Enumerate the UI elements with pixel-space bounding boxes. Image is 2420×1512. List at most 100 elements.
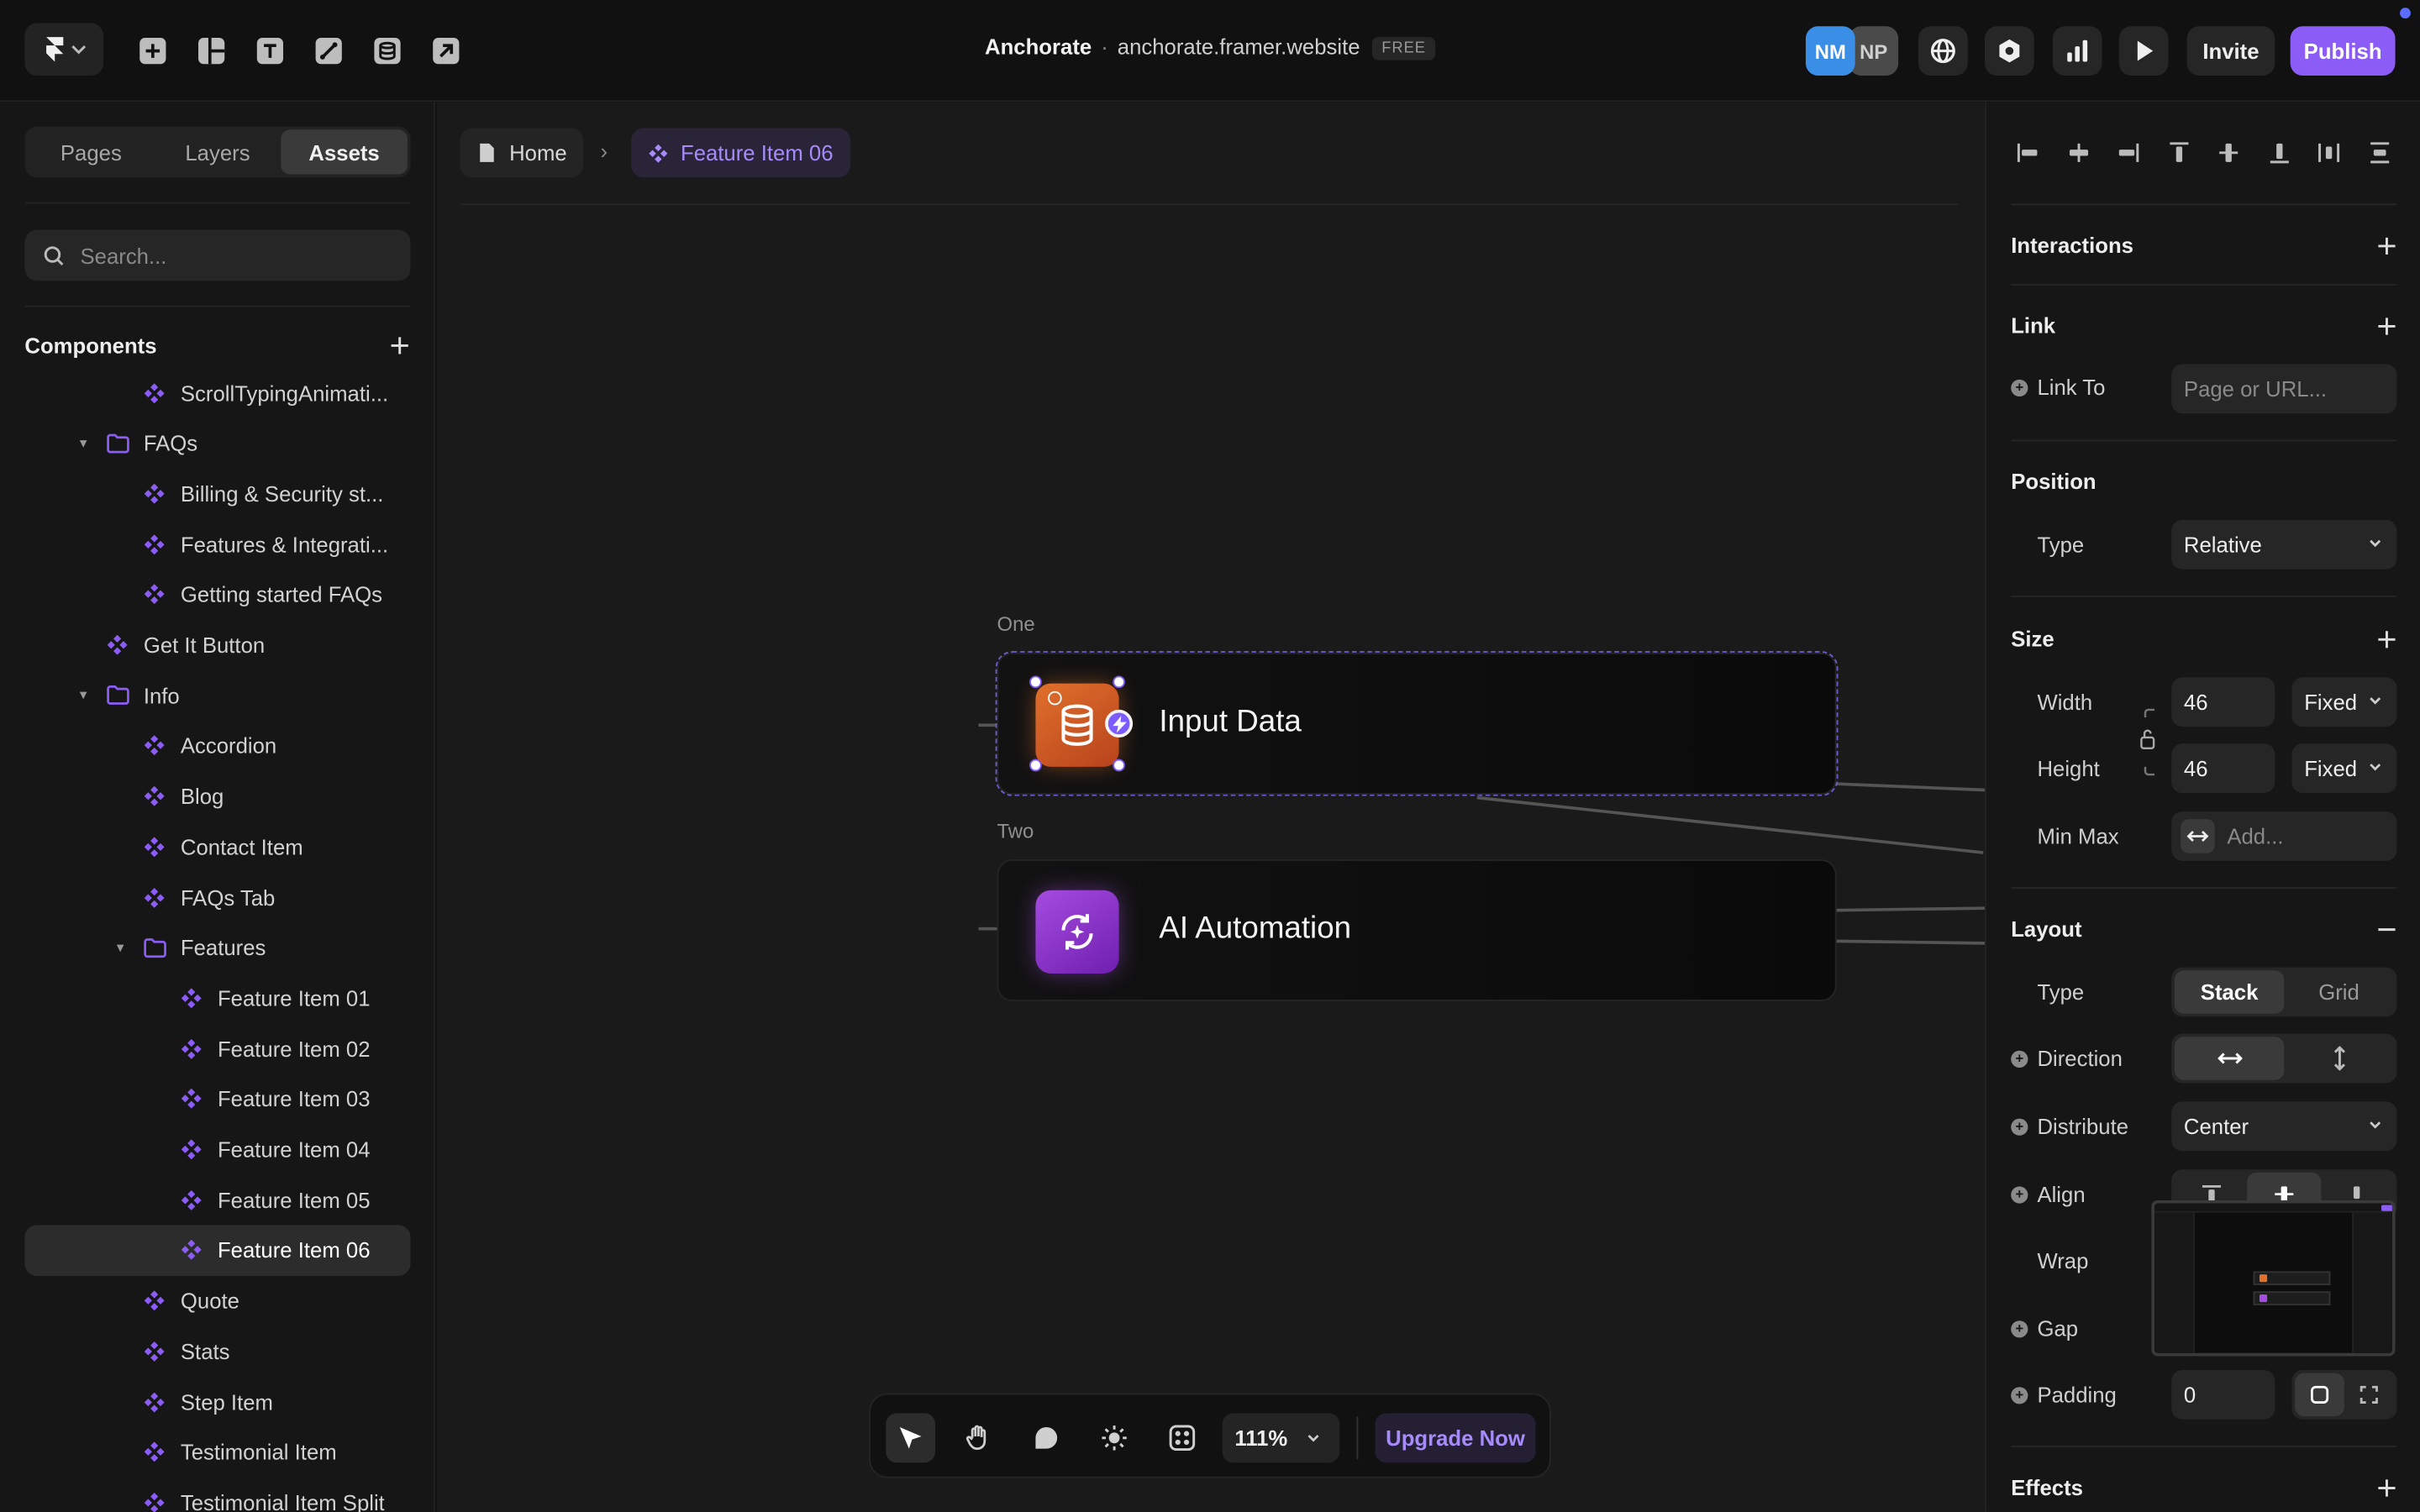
distribute-vertical-button[interactable] xyxy=(2363,136,2396,170)
tree-folder[interactable]: ▼ FAQs xyxy=(24,417,410,469)
height-input[interactable]: 46 xyxy=(2171,743,2275,794)
tree-folder[interactable]: ▼ Info xyxy=(24,669,410,721)
direction-horizontal-option[interactable] xyxy=(2174,1037,2285,1080)
resize-handle[interactable] xyxy=(1113,759,1125,772)
layout-stack-option[interactable]: Stack xyxy=(2174,970,2285,1014)
plus-icon[interactable] xyxy=(2377,235,2397,255)
tab-pages[interactable]: Pages xyxy=(28,129,155,174)
add-component-icon[interactable] xyxy=(389,335,411,357)
padding-individual-option[interactable] xyxy=(2344,1373,2394,1416)
tree-component-item[interactable]: Feature Item 04 xyxy=(24,1124,410,1175)
tree-component-item[interactable]: Getting started FAQs xyxy=(24,569,410,620)
avatar[interactable]: NM xyxy=(1805,26,1855,76)
tree-component-item[interactable]: Features & Integrati... xyxy=(24,518,410,570)
add-variable-icon[interactable]: + xyxy=(2011,1117,2028,1135)
align-right-button[interactable] xyxy=(2112,136,2145,170)
tree-component-item[interactable]: Quote xyxy=(24,1275,410,1326)
height-mode-select[interactable]: Fixed xyxy=(2291,743,2397,794)
preview-button[interactable] xyxy=(2118,26,2169,76)
link-header[interactable]: Link xyxy=(2011,313,2396,338)
padding-uniform-option[interactable] xyxy=(2295,1373,2344,1417)
effects-header[interactable]: Effects xyxy=(2011,1475,2396,1499)
align-top-button[interactable] xyxy=(2162,136,2196,170)
tree-component-item[interactable]: Feature Item 06 xyxy=(24,1225,411,1276)
size-header[interactable]: Size xyxy=(2011,627,2396,651)
minus-icon[interactable] xyxy=(2377,919,2397,939)
caret-down-icon[interactable]: ▼ xyxy=(114,941,129,955)
width-input[interactable]: 46 xyxy=(2171,677,2275,727)
distribute-select[interactable]: Center xyxy=(2171,1101,2397,1152)
padding-input[interactable]: 0 xyxy=(2171,1369,2275,1420)
card-icon-box[interactable] xyxy=(1035,890,1119,974)
minmax-input[interactable]: Add... xyxy=(2171,811,2397,861)
tree-component-item[interactable]: Stats xyxy=(24,1326,410,1377)
frame-label-two[interactable]: Two xyxy=(997,819,1034,843)
tree-component-item[interactable]: Feature Item 05 xyxy=(24,1174,410,1226)
analytics-button[interactable] xyxy=(2052,26,2102,76)
breadcrumb-home[interactable]: Home xyxy=(460,128,584,178)
tab-assets[interactable]: Assets xyxy=(281,129,408,175)
theme-toggle-button[interactable] xyxy=(1090,1413,1139,1462)
link-input[interactable]: Page or URL... xyxy=(2171,364,2397,414)
tree-component-item[interactable]: Feature Item 03 xyxy=(24,1074,410,1125)
tree-component-item[interactable]: Feature Item 01 xyxy=(24,973,410,1024)
invite-button[interactable]: Invite xyxy=(2186,26,2275,76)
feature-card-input-data[interactable]: Input Data xyxy=(995,651,1839,796)
caret-down-icon[interactable]: ▼ xyxy=(77,689,92,703)
add-variable-icon[interactable]: + xyxy=(2011,1386,2028,1404)
interactions-header[interactable]: Interactions xyxy=(2011,233,2397,258)
aspect-lock-toggle[interactable] xyxy=(2139,706,2158,785)
publish-button[interactable]: Publish xyxy=(2290,26,2396,76)
site-settings-button[interactable] xyxy=(1918,26,1968,76)
tree-component-item[interactable]: Feature Item 02 xyxy=(24,1023,410,1074)
interaction-badge[interactable] xyxy=(1105,709,1134,738)
tree-component-item[interactable]: Step Item xyxy=(24,1376,410,1427)
tree-component-item[interactable]: Blog xyxy=(24,771,410,822)
tree-component-item[interactable]: FAQs Tab xyxy=(24,872,410,923)
plus-icon[interactable] xyxy=(2377,316,2397,336)
layout-header[interactable]: Layout xyxy=(2011,916,2396,941)
layout-grid-option[interactable]: Grid xyxy=(2284,970,2393,1013)
align-middle-button[interactable] xyxy=(2212,136,2245,170)
add-variable-icon[interactable]: + xyxy=(2011,1185,2028,1203)
avatar[interactable]: NP xyxy=(1849,26,1899,76)
resize-handle[interactable] xyxy=(1029,675,1042,689)
resize-handle[interactable] xyxy=(1029,759,1042,772)
canvas-minimap[interactable] xyxy=(2151,1200,2396,1357)
search-input[interactable] xyxy=(80,243,389,268)
canvas[interactable]: Home › Feature Item 06 One Input Data Tw… xyxy=(436,102,1985,1512)
frame-label-one[interactable]: One xyxy=(997,612,1035,636)
distribute-horizontal-button[interactable] xyxy=(2312,136,2346,170)
hand-tool-button[interactable] xyxy=(954,1413,1003,1462)
tab-layers[interactable]: Layers xyxy=(155,129,281,174)
feature-card-ai-automation[interactable]: AI Automation xyxy=(997,859,1837,1002)
zoom-select[interactable]: 111% xyxy=(1222,1413,1340,1463)
comment-tool-button[interactable] xyxy=(1022,1413,1071,1462)
settings-button[interactable] xyxy=(1984,26,2034,76)
direction-vertical-option[interactable] xyxy=(2284,1037,2393,1079)
plus-icon[interactable] xyxy=(2377,1478,2397,1498)
tree-folder[interactable]: ▼ Features xyxy=(24,922,410,974)
plus-icon[interactable] xyxy=(2377,628,2397,648)
tree-component-item[interactable]: Accordion xyxy=(24,721,410,772)
align-left-button[interactable] xyxy=(2011,136,2044,170)
position-type-select[interactable]: Relative xyxy=(2171,519,2397,570)
add-variable-icon[interactable]: + xyxy=(2011,378,2028,396)
upgrade-button[interactable]: Upgrade Now xyxy=(1375,1413,1536,1463)
tree-component-item[interactable]: Billing & Security st... xyxy=(24,468,410,519)
select-tool-button[interactable] xyxy=(886,1413,936,1463)
tree-component-item[interactable]: Get It Button xyxy=(24,619,410,670)
caret-down-icon[interactable]: ▼ xyxy=(77,436,92,450)
width-mode-select[interactable]: Fixed xyxy=(2291,677,2397,727)
minmax-toggle[interactable] xyxy=(2181,819,2215,853)
add-variable-icon[interactable]: + xyxy=(2011,1320,2028,1337)
align-center-h-button[interactable] xyxy=(2061,136,2095,170)
tree-component-item[interactable]: Testimonial Item xyxy=(24,1426,410,1478)
tree-component-item[interactable]: Contact Item xyxy=(24,822,410,873)
add-variable-icon[interactable]: + xyxy=(2011,1049,2028,1068)
align-bottom-button[interactable] xyxy=(2262,136,2296,170)
breadcrumb-current[interactable]: Feature Item 06 xyxy=(631,128,850,178)
tree-component-item[interactable]: ScrollTypingAnimati... xyxy=(24,367,410,418)
pin-indicator[interactable] xyxy=(1048,690,1062,706)
plugins-button[interactable] xyxy=(1158,1413,1207,1462)
